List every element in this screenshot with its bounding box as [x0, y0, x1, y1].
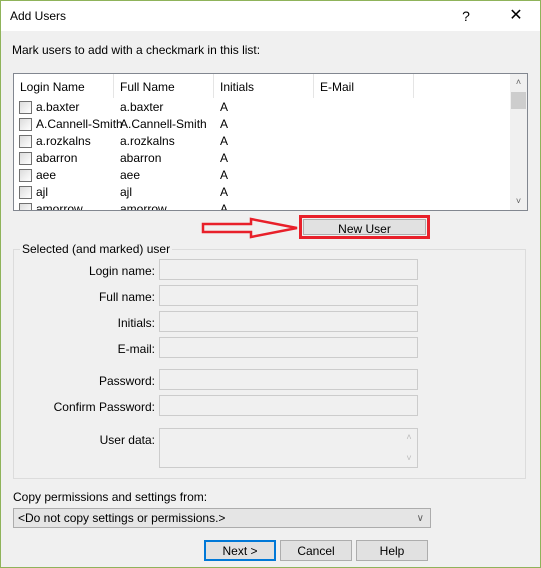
scroll-down-icon[interactable]: ˅: [510, 193, 527, 210]
cell-initials: A: [220, 100, 229, 114]
group-legend: Selected (and marked) user: [20, 242, 173, 256]
close-icon[interactable]: ✕: [504, 5, 528, 27]
password-field[interactable]: [159, 369, 418, 390]
users-list[interactable]: Login Name Full Name Initials E-Mail a.b…: [13, 73, 528, 211]
user-data-field[interactable]: ˄ ˅: [159, 428, 418, 468]
cell-login: A.Cannell-Smith: [36, 117, 123, 131]
cell-initials: A: [220, 202, 229, 211]
user-data-scrollbar[interactable]: ˄ ˅: [401, 429, 417, 467]
cell-fullname: abarron: [120, 151, 162, 165]
initials-label: Initials:: [117, 316, 155, 330]
full-name-field[interactable]: [159, 285, 418, 306]
cell-login: amorrow: [36, 202, 83, 211]
cell-login: ajl: [36, 185, 49, 199]
full-name-label: Full name:: [98, 290, 155, 304]
list-row[interactable]: A.Cannell-Smith A.Cannell-Smith A: [14, 116, 509, 133]
list-row[interactable]: abarron abarron A: [14, 150, 509, 167]
cell-initials: A: [220, 134, 229, 148]
row-checkbox[interactable]: [19, 101, 32, 114]
confirm-password-label: Confirm Password:: [53, 400, 155, 414]
cell-initials: A: [220, 185, 229, 199]
row-checkbox[interactable]: [19, 118, 32, 131]
next-button[interactable]: Next >: [204, 540, 276, 561]
cell-initials: A: [220, 117, 229, 131]
title-bar: Add Users ? ✕: [1, 1, 540, 31]
cancel-button[interactable]: Cancel: [280, 540, 352, 561]
scroll-down-icon[interactable]: ˅: [401, 450, 417, 467]
user-data-label: User data:: [99, 433, 155, 447]
cell-initials: A: [220, 168, 229, 182]
help-icon[interactable]: ?: [456, 5, 476, 27]
email-label: E-mail:: [117, 342, 155, 356]
email-field[interactable]: [159, 337, 418, 358]
scroll-up-icon[interactable]: ˄: [510, 74, 527, 91]
cell-login: abarron: [36, 151, 78, 165]
window-title: Add Users: [10, 9, 67, 23]
list-row[interactable]: aee aee A: [14, 167, 509, 184]
copy-permissions-value: <Do not copy settings or permissions.>: [18, 511, 226, 525]
list-rows: a.baxter a.baxter A A.Cannell-Smith A.Canne…: [14, 99, 509, 211]
password-label: Password:: [98, 374, 155, 388]
new-user-button[interactable]: New User: [303, 219, 426, 236]
column-header-initials[interactable]: Initials: [214, 74, 314, 98]
add-users-dialog: Add Users ? ✕ Mark users to add with a c…: [0, 0, 541, 568]
cell-fullname: a.baxter: [120, 100, 164, 114]
cell-login: a.rozkalns: [36, 134, 91, 148]
row-checkbox[interactable]: [19, 135, 32, 148]
copy-permissions-label: Copy permissions and settings from:: [13, 490, 208, 504]
annotation-arrow-icon: [201, 217, 298, 239]
cell-login: a.baxter: [36, 100, 80, 114]
confirm-password-field[interactable]: [159, 395, 418, 416]
row-checkbox[interactable]: [19, 186, 32, 199]
instruction-text: Mark users to add with a checkmark in th…: [12, 43, 261, 57]
cell-fullname: A.Cannell-Smith: [120, 117, 207, 131]
cell-initials: A: [220, 151, 229, 165]
scroll-up-icon[interactable]: ˄: [401, 429, 417, 446]
column-header-login[interactable]: Login Name: [14, 74, 114, 98]
list-header: Login Name Full Name Initials E-Mail: [14, 74, 509, 99]
cell-fullname: aee: [120, 168, 141, 182]
list-row[interactable]: a.rozkalns a.rozkalns A: [14, 133, 509, 150]
list-row[interactable]: a.baxter a.baxter A: [14, 99, 509, 116]
new-user-highlight: New User: [299, 215, 430, 239]
row-checkbox[interactable]: [19, 169, 32, 182]
column-header-email[interactable]: E-Mail: [314, 74, 414, 98]
column-header-fullname[interactable]: Full Name: [114, 74, 214, 98]
initials-field[interactable]: [159, 311, 418, 332]
row-checkbox[interactable]: [19, 152, 32, 165]
row-checkbox[interactable]: [19, 203, 32, 210]
copy-permissions-select[interactable]: <Do not copy settings or permissions.> ∨: [13, 508, 431, 528]
help-button[interactable]: Help: [356, 540, 428, 561]
login-name-label: Login name:: [88, 264, 155, 278]
list-row[interactable]: ajl ajl A: [14, 184, 509, 201]
cell-fullname: amorrow: [120, 202, 167, 211]
list-row[interactable]: amorrow amorrow A: [14, 201, 509, 211]
list-scrollbar[interactable]: ˄ ˅: [510, 74, 527, 210]
cell-fullname: ajl: [120, 185, 133, 199]
cell-login: aee: [36, 168, 57, 182]
cell-fullname: a.rozkalns: [120, 134, 175, 148]
chevron-down-icon[interactable]: ∨: [417, 509, 424, 528]
scroll-thumb[interactable]: [511, 92, 526, 109]
selected-user-group: Selected (and marked) user Login name: F…: [13, 242, 526, 479]
login-name-field[interactable]: [159, 259, 418, 280]
